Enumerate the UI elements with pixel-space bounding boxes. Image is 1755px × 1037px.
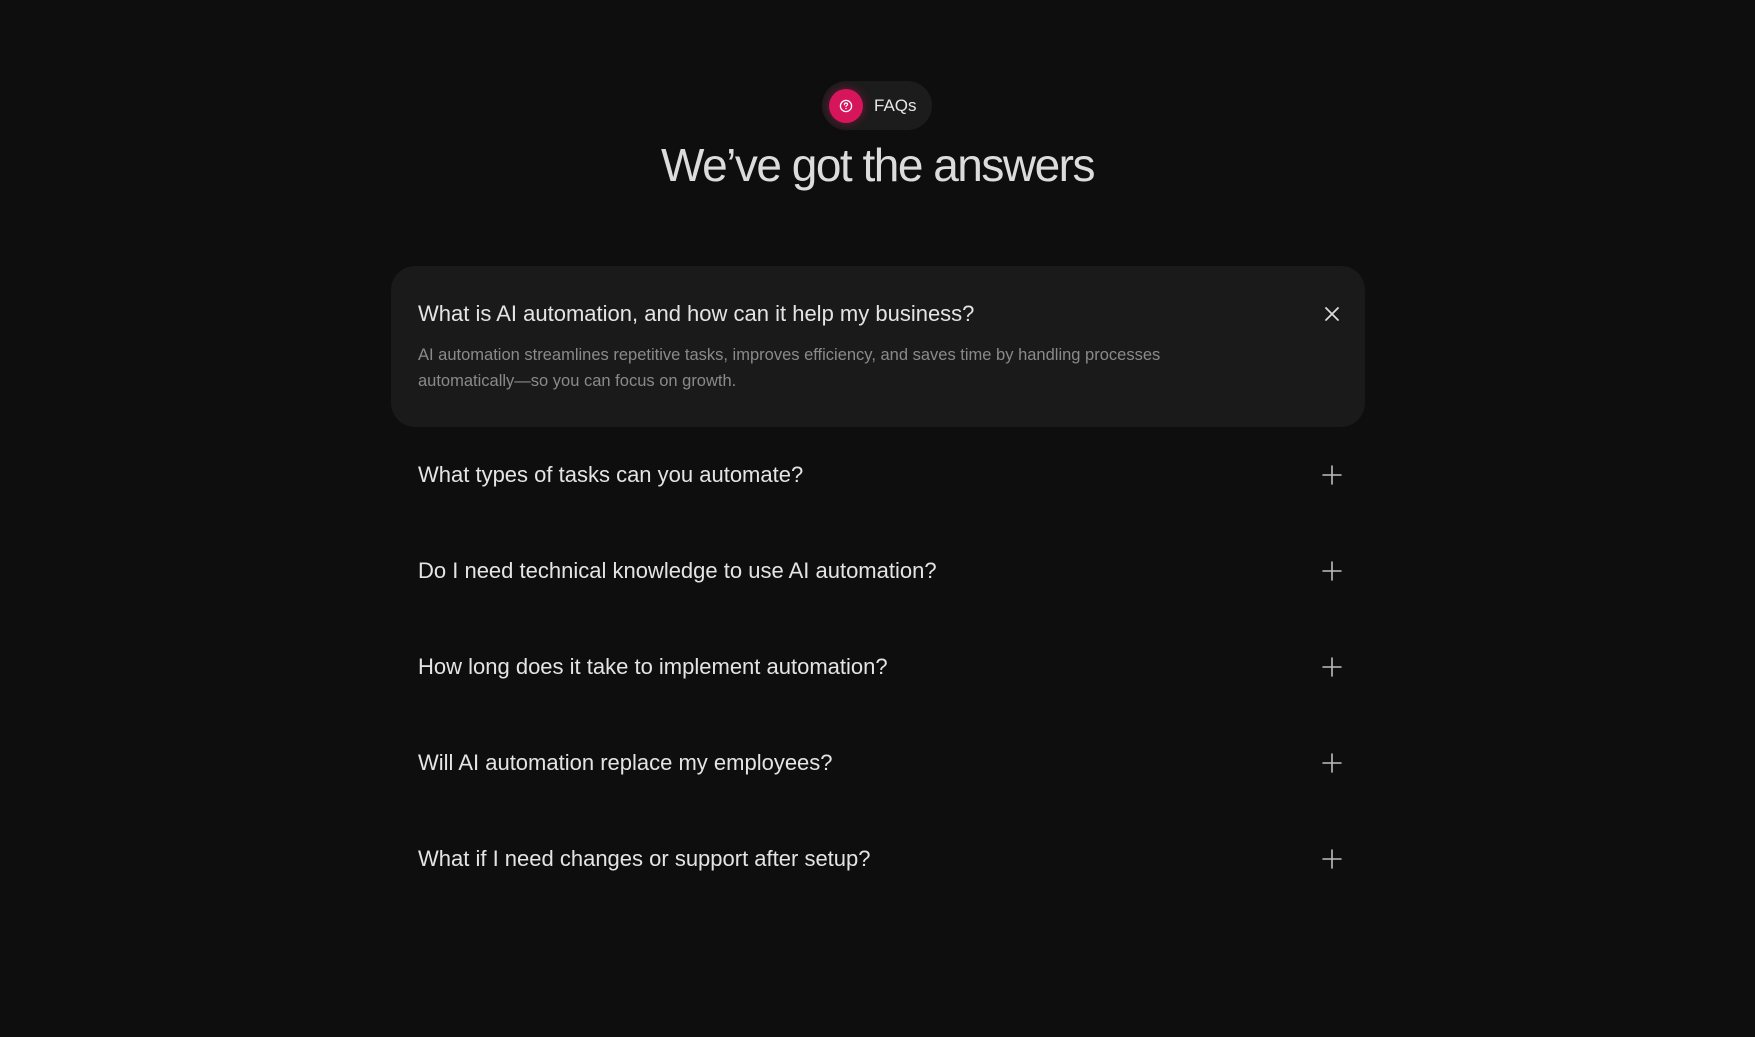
- faq-question[interactable]: Will AI automation replace my employees?: [418, 749, 1278, 777]
- faq-question[interactable]: What is AI automation, and how can it he…: [418, 300, 1278, 328]
- faq-item[interactable]: Will AI automation replace my employees?: [391, 715, 1365, 811]
- faq-question[interactable]: How long does it take to implement autom…: [418, 653, 1278, 681]
- faq-answer: AI automation streamlines repetitive tas…: [418, 346, 1161, 390]
- faq-item[interactable]: How long does it take to implement autom…: [391, 619, 1365, 715]
- question-circle-icon: [829, 88, 863, 123]
- plus-icon[interactable]: [1319, 558, 1345, 584]
- faq-question[interactable]: What if I need changes or support after …: [418, 845, 1278, 873]
- faq-item[interactable]: What is AI automation, and how can it he…: [391, 266, 1365, 427]
- faq-list: What is AI automation, and how can it he…: [391, 266, 1365, 907]
- faq-question[interactable]: Do I need technical knowledge to use AI …: [418, 557, 1278, 585]
- faq-item[interactable]: What if I need changes or support after …: [391, 811, 1365, 907]
- plus-icon[interactable]: [1319, 462, 1345, 488]
- close-icon[interactable]: [1319, 301, 1345, 327]
- plus-icon[interactable]: [1319, 846, 1345, 872]
- faq-section: FAQs We’ve got the answers What is AI au…: [0, 0, 1755, 1037]
- faq-badge: FAQs: [822, 81, 932, 130]
- faq-item[interactable]: Do I need technical knowledge to use AI …: [391, 523, 1365, 619]
- plus-icon[interactable]: [1319, 750, 1345, 776]
- faq-item[interactable]: What types of tasks can you automate?: [391, 427, 1365, 523]
- faq-badge-label: FAQs: [874, 95, 917, 115]
- plus-icon[interactable]: [1319, 654, 1345, 680]
- page-title: We’ve got the answers: [661, 139, 1096, 191]
- faq-question[interactable]: What types of tasks can you automate?: [418, 461, 1278, 489]
